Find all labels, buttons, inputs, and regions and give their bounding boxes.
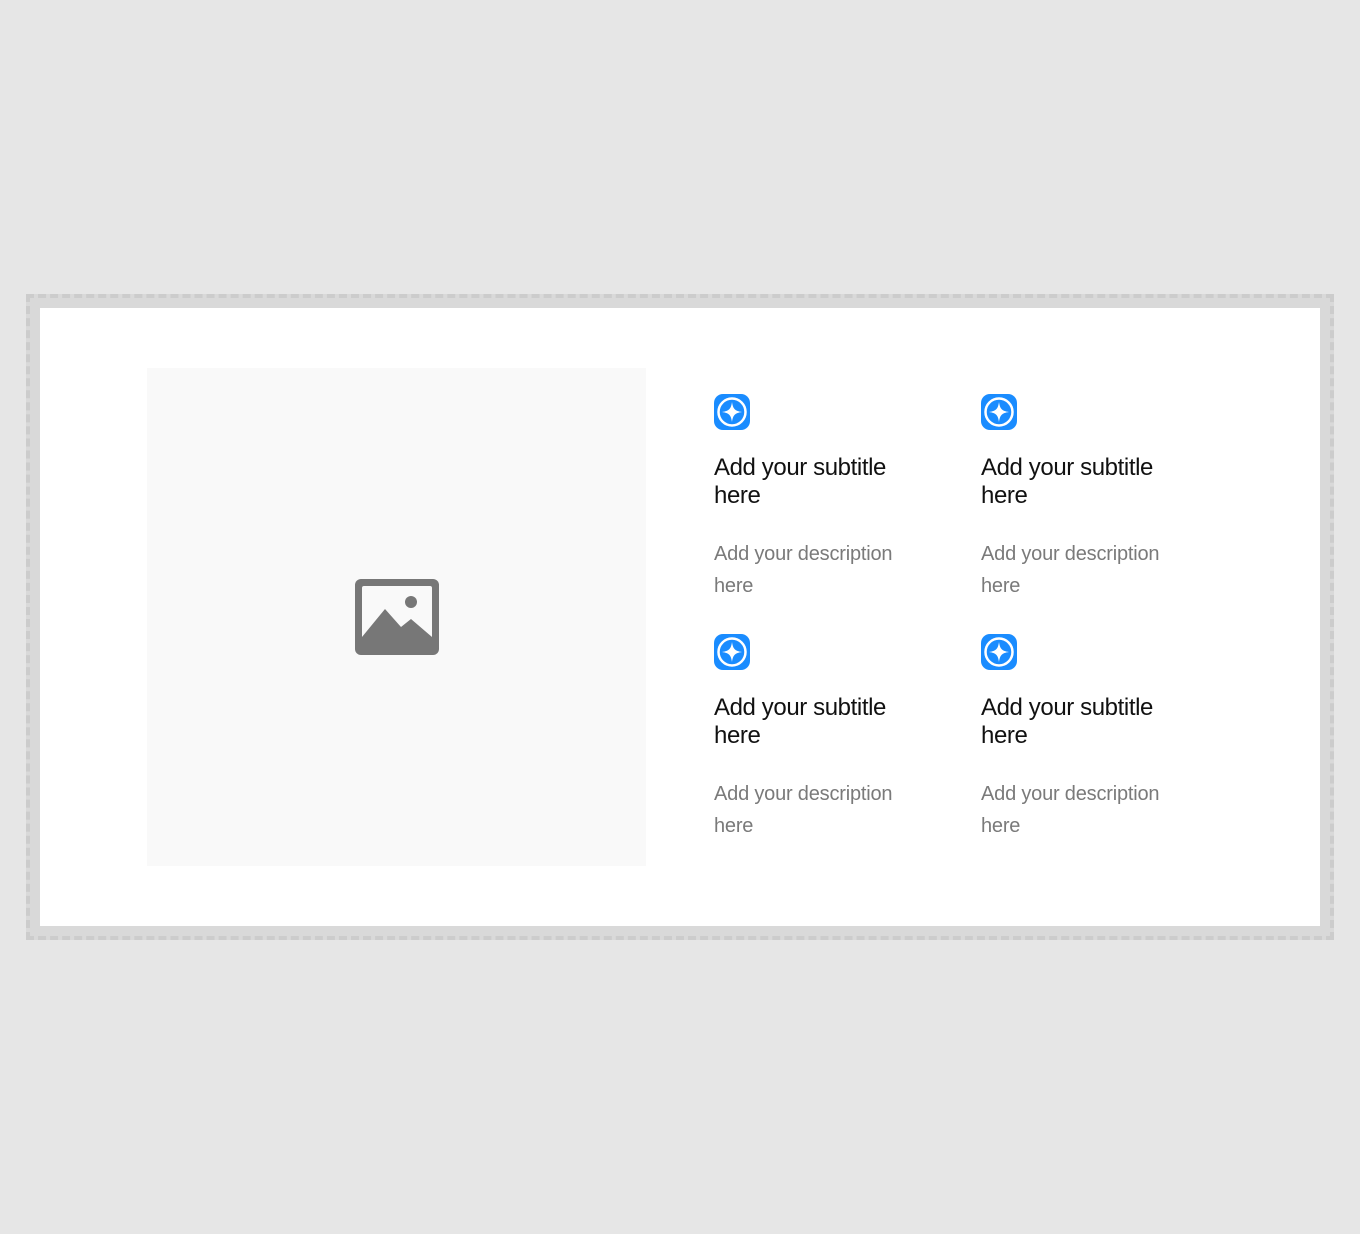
feature-description: Add your description here <box>714 783 893 837</box>
feature-description: Add your description here <box>981 783 1160 837</box>
feature-item: Add your subtitle here Add your descript… <box>981 634 1201 842</box>
sparkle-badge-icon <box>714 394 750 430</box>
image-placeholder[interactable] <box>147 368 646 866</box>
feature-subtitle: Add your subtitle here <box>981 454 1153 509</box>
feature-item: Add your subtitle here Add your descript… <box>714 394 934 602</box>
sparkle-badge-icon <box>714 634 750 670</box>
feature-subtitle: Add your subtitle here <box>714 694 886 749</box>
feature-subtitle: Add your subtitle here <box>981 694 1153 749</box>
feature-item: Add your subtitle here Add your descript… <box>714 634 934 842</box>
feature-description: Add your description here <box>714 543 893 597</box>
feature-description: Add your description here <box>981 543 1160 597</box>
feature-subtitle: Add your subtitle here <box>714 454 886 509</box>
image-placeholder-icon <box>354 579 439 655</box>
feature-item: Add your subtitle here Add your descript… <box>981 394 1201 602</box>
sparkle-badge-icon <box>981 634 1017 670</box>
sparkle-badge-icon <box>981 394 1017 430</box>
feature-section: Add your subtitle here Add your descript… <box>40 308 1320 926</box>
